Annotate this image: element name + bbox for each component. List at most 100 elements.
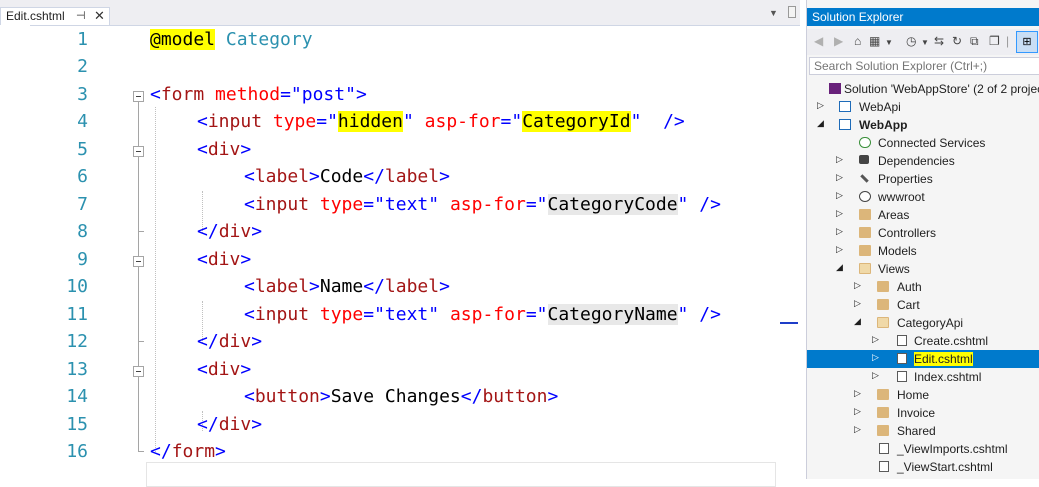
project-icon (839, 119, 851, 130)
refresh-icon[interactable]: ↻ (952, 34, 962, 48)
attr-name: type (272, 111, 317, 132)
solution-tree[interactable]: Solution 'WebAppStore' (2 of 2 projects)… (807, 78, 1039, 479)
attr-name: asp-for (424, 111, 501, 132)
tree-node-label: Cart (897, 298, 920, 312)
folder-icon (859, 209, 871, 220)
collapse-arrow-icon[interactable]: ◢ (836, 262, 843, 273)
tree-node-connected-services[interactable]: Connected Services (807, 134, 1039, 152)
collapse-form-toggle[interactable] (133, 91, 144, 102)
outline-tick (138, 231, 144, 232)
collapse-arrow-icon[interactable]: ◢ (854, 316, 861, 327)
tree-node-edit-cshtml[interactable]: ▷ Edit.cshtml (807, 350, 1039, 368)
tag-name: form (171, 441, 216, 462)
expand-arrow-icon[interactable]: ▷ (836, 208, 843, 219)
tree-node-label: wwwroot (878, 190, 925, 204)
split-window-button[interactable] (788, 6, 796, 18)
attr-name: method (215, 84, 281, 105)
quote: " (402, 111, 414, 132)
expand-arrow-icon[interactable]: ▷ (872, 352, 879, 363)
tree-node-views[interactable]: ◢ Views (807, 260, 1039, 278)
folder-open-icon (877, 317, 889, 328)
tree-node-label: Home (897, 388, 930, 402)
expand-arrow-icon[interactable]: ▷ (836, 172, 843, 183)
tree-node-controllers[interactable]: ▷ Controllers (807, 224, 1039, 242)
expand-arrow-icon[interactable]: ▷ (854, 406, 861, 417)
tree-node-label: Index.cshtml (914, 370, 982, 384)
expand-arrow-icon[interactable]: ▷ (836, 190, 843, 201)
tree-node-viewstart-cshtml[interactable]: _ViewStart.cshtml (807, 458, 1039, 476)
tree-node-models[interactable]: ▷ Models (807, 242, 1039, 260)
expand-arrow-icon[interactable]: ▷ (854, 388, 861, 399)
connected-services-icon (859, 137, 871, 148)
tree-node-properties[interactable]: ▷ Properties (807, 170, 1039, 188)
show-all-files-icon[interactable]: ❐ (989, 34, 1000, 48)
document-tab-edit-cshtml[interactable]: Edit.cshtml ⊣ ✕ (0, 7, 110, 25)
solution-explorer-title-bar[interactable]: Solution Explorer (807, 8, 1039, 26)
tag-name: input (254, 194, 310, 215)
tree-node-auth[interactable]: ▷ Auth (807, 278, 1039, 296)
expand-arrow-icon[interactable]: ▷ (836, 154, 843, 165)
tree-node-label: Create.cshtml (914, 334, 989, 348)
preview-selected-items-icon[interactable]: ⊞ (1016, 31, 1038, 53)
folder-icon (877, 299, 889, 310)
tree-node-home[interactable]: ▷ Home (807, 386, 1039, 404)
collapse-all-icon[interactable]: ⧉ (970, 34, 979, 49)
tag-name: div (218, 221, 252, 242)
collapse-div-toggle[interactable] (133, 146, 144, 157)
tree-node-create-cshtml[interactable]: ▷ Create.cshtml (807, 332, 1039, 350)
attr-name: asp-for (449, 194, 526, 215)
filter-dropdown-icon[interactable]: ▼ (921, 38, 929, 47)
tree-node-categoryapi[interactable]: ◢ CategoryApi (807, 314, 1039, 332)
switch-views-dropdown-icon[interactable]: ▼ (885, 38, 893, 47)
razor-file-icon (897, 371, 907, 382)
collapse-div-toggle[interactable] (133, 256, 144, 267)
tab-list-dropdown-icon[interactable]: ▼ (769, 8, 778, 18)
code-line-6: <label>Code</label> (244, 166, 450, 187)
code-area[interactable]: 1 2 3 4 5 6 7 8 9 10 11 12 13 14 15 16 @… (0, 25, 800, 487)
collapse-div-toggle[interactable] (133, 366, 144, 377)
tree-node-index-cshtml[interactable]: ▷ Index.cshtml (807, 368, 1039, 386)
line-number: 10 (66, 276, 88, 297)
line-number: 13 (66, 359, 88, 380)
expand-arrow-icon[interactable]: ▷ (854, 280, 861, 291)
tree-node-viewimports-cshtml[interactable]: _ViewImports.cshtml (807, 440, 1039, 458)
attr-value: "text" (374, 194, 440, 215)
code-editor[interactable]: Edit.cshtml ⊣ ✕ ▼ 1 2 3 4 5 6 7 8 9 10 1… (0, 0, 800, 487)
highlighted-value: hidden (337, 111, 403, 132)
expand-arrow-icon[interactable]: ▷ (854, 424, 861, 435)
collapse-arrow-icon[interactable]: ◢ (817, 118, 824, 129)
sync-with-active-document-icon[interactable]: ⇆ (934, 34, 944, 48)
tree-node-webapi[interactable]: ▷ WebApi (807, 98, 1039, 116)
pending-changes-filter-icon[interactable]: ◷ (906, 34, 916, 48)
tree-node-invoice[interactable]: ▷ Invoice (807, 404, 1039, 422)
razor-file-icon (897, 335, 907, 346)
tree-node-webapp[interactable]: ◢ WebApp (807, 116, 1039, 134)
folder-icon (877, 281, 889, 292)
razor-file-icon (879, 461, 889, 472)
expand-arrow-icon[interactable]: ▷ (836, 226, 843, 237)
tree-node-cart[interactable]: ▷ Cart (807, 296, 1039, 314)
switch-views-icon[interactable]: ▦ (869, 34, 880, 48)
folder-icon (877, 425, 889, 436)
outline-line (138, 267, 139, 366)
model-property: CategoryName (547, 304, 678, 325)
tree-node-dependencies[interactable]: ▷ Dependencies (807, 152, 1039, 170)
forward-icon[interactable]: ▶ (834, 34, 843, 48)
search-solution-explorer-input[interactable] (809, 57, 1039, 75)
back-icon[interactable]: ◀ (814, 34, 823, 48)
close-icon[interactable]: ✕ (94, 8, 105, 24)
tree-node-wwwroot[interactable]: ▷ wwwroot (807, 188, 1039, 206)
expand-arrow-icon[interactable]: ▷ (854, 298, 861, 309)
solution-explorer-panel: Solution Explorer ◀ ▶ ⌂ ▦ ▼ ◷ ▼ ⇆ ↻ ⧉ ❐ … (806, 0, 1039, 479)
tree-node-areas[interactable]: ▷ Areas (807, 206, 1039, 224)
pin-icon[interactable]: ⊣ (76, 9, 86, 22)
expand-arrow-icon[interactable]: ▷ (817, 100, 824, 111)
expand-arrow-icon[interactable]: ▷ (836, 244, 843, 255)
expand-arrow-icon[interactable]: ▷ (872, 334, 879, 345)
tree-node-solution[interactable]: Solution 'WebAppStore' (2 of 2 projects) (807, 80, 1039, 98)
quote: " (536, 304, 548, 325)
tag-name: div (207, 249, 241, 270)
tree-node-shared[interactable]: ▷ Shared (807, 422, 1039, 440)
expand-arrow-icon[interactable]: ▷ (872, 370, 879, 381)
home-icon[interactable]: ⌂ (854, 34, 861, 48)
